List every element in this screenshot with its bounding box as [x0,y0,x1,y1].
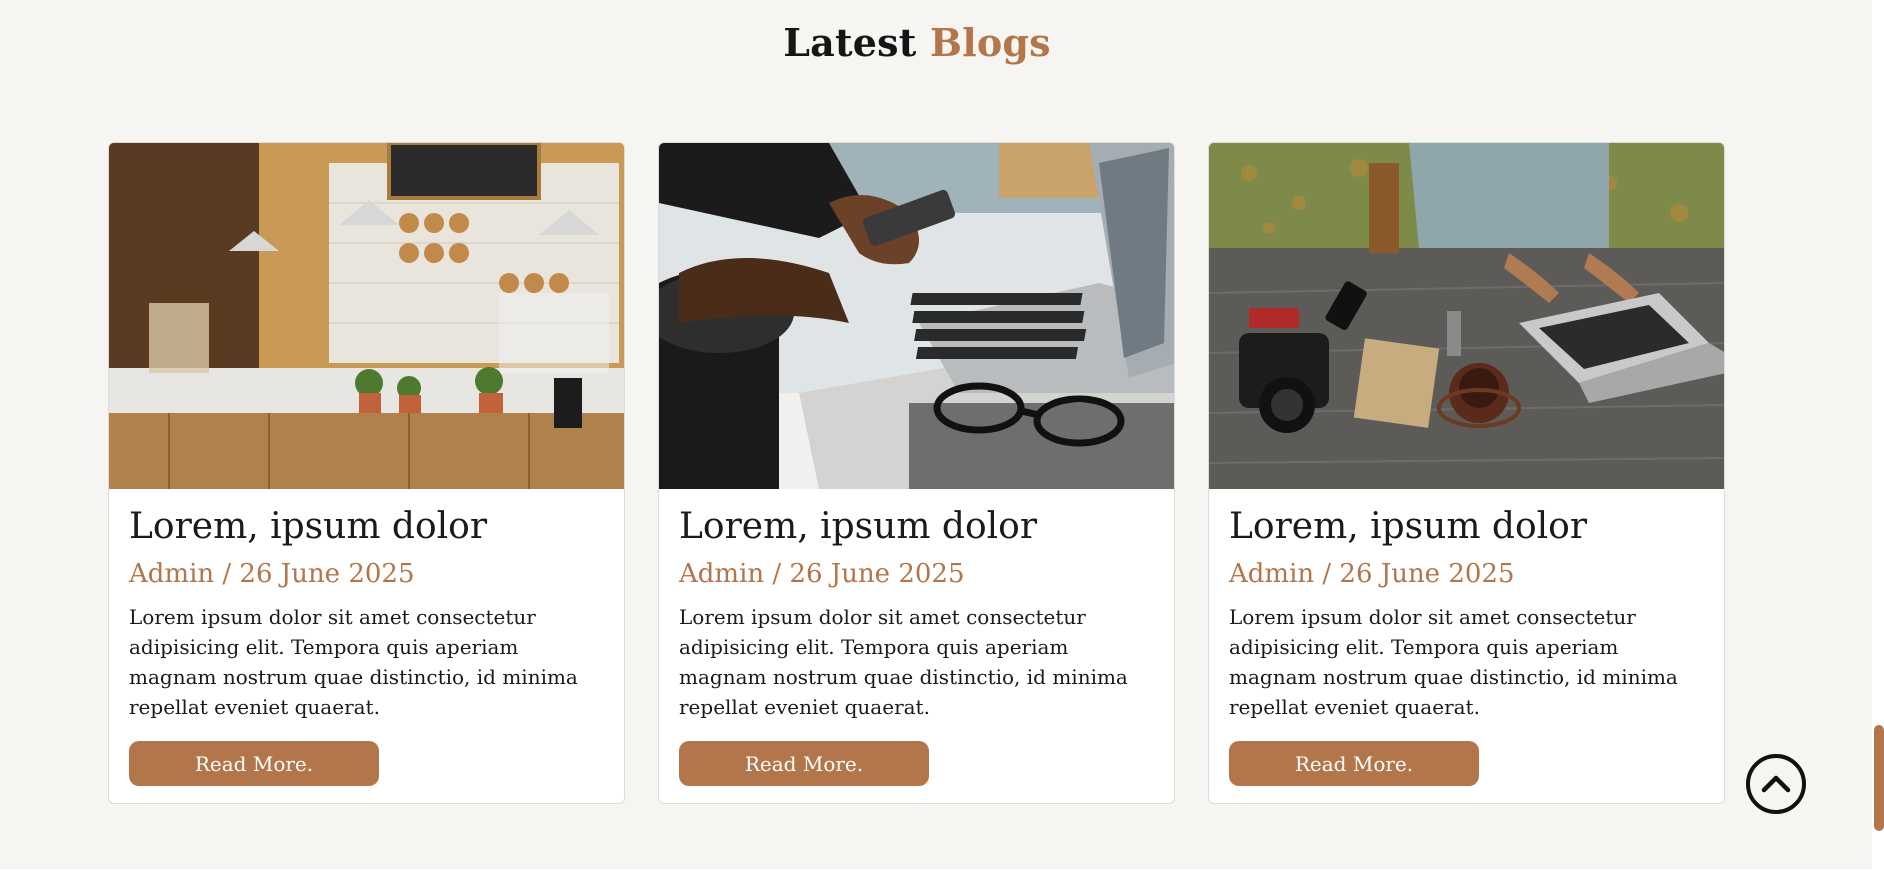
blog-excerpt: Lorem ipsum dolor sit amet consectetur a… [129,605,578,719]
blog-image-desk[interactable] [1209,143,1724,489]
blog-excerpt: Lorem ipsum dolor sit amet consectetur a… [1229,605,1678,719]
latest-blogs-section: Latest Blogs Lorem, ipsum dolor Admin / … [0,0,1872,869]
read-more-button[interactable]: Read More. [1229,741,1479,786]
page-scrollbar-thumb[interactable] [1874,725,1884,831]
blog-title[interactable]: Lorem, ipsum dolor [1229,506,1587,547]
section-title: Latest Blogs [0,20,1834,65]
blog-image-laptop-phone[interactable] [659,143,1174,489]
section-title-main: Latest [783,20,917,65]
section-title-accent: Blogs [929,20,1051,65]
blog-excerpt: Lorem ipsum dolor sit amet consectetur a… [679,605,1128,719]
blog-image-cafe[interactable] [109,143,624,489]
blog-title[interactable]: Lorem, ipsum dolor [129,506,487,547]
scroll-to-top-button[interactable] [1746,754,1806,814]
blog-meta: Admin / 26 June 2025 [1229,559,1515,589]
chevron-up-icon [1761,775,1791,793]
blog-card: Lorem, ipsum dolor Admin / 26 June 2025 … [1208,142,1725,804]
blog-title[interactable]: Lorem, ipsum dolor [679,506,1037,547]
read-more-button[interactable]: Read More. [679,741,929,786]
blog-meta: Admin / 26 June 2025 [679,559,965,589]
blog-card: Lorem, ipsum dolor Admin / 26 June 2025 … [108,142,625,804]
blog-meta: Admin / 26 June 2025 [129,559,415,589]
read-more-button[interactable]: Read More. [129,741,379,786]
blog-card: Lorem, ipsum dolor Admin / 26 June 2025 … [658,142,1175,804]
